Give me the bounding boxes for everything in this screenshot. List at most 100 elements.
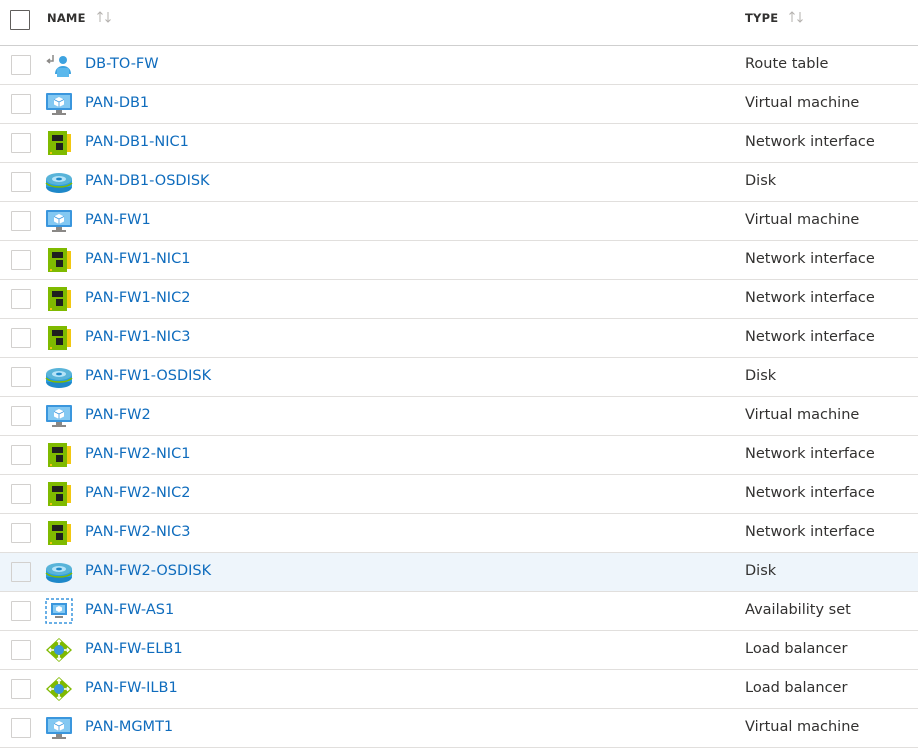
table-row[interactable]: PAN-FW2-NIC2 Network interface [0,475,918,514]
column-header-name[interactable]: NAME [47,11,114,25]
row-checkbox[interactable] [11,55,31,75]
table-row[interactable]: PAN-MGMT1 Virtual machine [0,709,918,748]
row-checkbox[interactable] [11,679,31,699]
row-checkbox[interactable] [11,250,31,270]
sort-arrows-icon[interactable] [788,11,806,23]
table-row[interactable]: PAN-FW2-NIC1 Network interface [0,436,918,475]
sort-arrows-icon[interactable] [96,11,114,23]
row-checkbox[interactable] [11,406,31,426]
network-interface-icon [45,286,73,312]
resource-type: Disk [745,368,777,384]
column-header-type-label: TYPE [745,11,779,25]
table-row[interactable]: PAN-FW1-NIC1 Network interface [0,241,918,280]
row-checkbox[interactable] [11,94,31,114]
resource-name-link[interactable]: PAN-FW1-NIC2 [85,290,190,306]
row-checkbox[interactable] [11,445,31,465]
table-header: NAME TYPE [0,0,918,46]
resource-name-link[interactable]: PAN-MGMT1 [85,719,173,735]
select-all-checkbox[interactable] [10,10,30,30]
resource-type: Network interface [745,329,875,345]
resource-type: Virtual machine [745,407,860,423]
resource-name-link[interactable]: PAN-FW1-OSDISK [85,368,211,384]
load-balancer-icon [45,676,73,702]
table-body: DB-TO-FW Route table PAN-DB1 Virtual mac… [0,46,918,748]
virtual-machine-icon [45,91,73,117]
network-interface-icon [45,325,73,351]
row-checkbox[interactable] [11,211,31,231]
resource-name-link[interactable]: PAN-DB1-NIC1 [85,134,189,150]
resource-type: Virtual machine [745,212,860,228]
table-row[interactable]: PAN-FW1 Virtual machine [0,202,918,241]
row-checkbox[interactable] [11,601,31,621]
resource-type: Disk [745,563,777,579]
resource-name-link[interactable]: PAN-FW-AS1 [85,602,174,618]
table-row[interactable]: PAN-DB1-NIC1 Network interface [0,124,918,163]
virtual-machine-icon [45,403,73,429]
column-header-type[interactable]: TYPE [745,11,806,25]
table-row[interactable]: PAN-FW1-NIC2 Network interface [0,280,918,319]
resource-name-link[interactable]: PAN-FW-ELB1 [85,641,183,657]
resource-name-link[interactable]: PAN-FW-ILB1 [85,680,178,696]
resource-type: Network interface [745,524,875,540]
resource-type: Load balancer [745,680,848,696]
column-header-name-label: NAME [47,11,86,25]
row-checkbox[interactable] [11,133,31,153]
resource-name-link[interactable]: PAN-FW2 [85,407,151,423]
virtual-machine-icon [45,715,73,741]
virtual-machine-icon [45,208,73,234]
table-row[interactable]: PAN-DB1-OSDISK Disk [0,163,918,202]
disk-icon [45,559,73,585]
resource-type: Virtual machine [745,719,860,735]
resource-name-link[interactable]: DB-TO-FW [85,56,159,72]
row-checkbox[interactable] [11,367,31,387]
resource-name-link[interactable]: PAN-FW2-NIC3 [85,524,190,540]
resource-name-link[interactable]: PAN-FW1-NIC3 [85,329,190,345]
row-checkbox[interactable] [11,718,31,738]
resource-type: Virtual machine [745,95,860,111]
row-checkbox[interactable] [11,523,31,543]
row-checkbox[interactable] [11,172,31,192]
table-row[interactable]: PAN-FW2 Virtual machine [0,397,918,436]
row-checkbox[interactable] [11,484,31,504]
resource-type: Network interface [745,485,875,501]
resource-type: Availability set [745,602,851,618]
table-row[interactable]: PAN-FW-ELB1 Load balancer [0,631,918,670]
resource-name-link[interactable]: PAN-FW2-OSDISK [85,563,211,579]
row-checkbox[interactable] [11,289,31,309]
table-row[interactable]: DB-TO-FW Route table [0,46,918,85]
resource-type: Load balancer [745,641,848,657]
table-row[interactable]: PAN-FW-ILB1 Load balancer [0,670,918,709]
resource-type: Network interface [745,251,875,267]
resource-name-link[interactable]: PAN-FW1-NIC1 [85,251,190,267]
resource-name-link[interactable]: PAN-DB1-OSDISK [85,173,210,189]
network-interface-icon [45,442,73,468]
load-balancer-icon [45,637,73,663]
network-interface-icon [45,520,73,546]
table-row[interactable]: PAN-FW1-OSDISK Disk [0,358,918,397]
table-row[interactable]: PAN-FW2-OSDISK Disk [0,553,918,592]
resource-name-link[interactable]: PAN-FW1 [85,212,151,228]
table-row[interactable]: PAN-FW-AS1 Availability set [0,592,918,631]
network-interface-icon [45,130,73,156]
disk-icon [45,364,73,390]
availability-set-icon [45,598,73,624]
resource-type: Disk [745,173,777,189]
table-row[interactable]: PAN-DB1 Virtual machine [0,85,918,124]
row-checkbox[interactable] [11,562,31,582]
table-row[interactable]: PAN-FW1-NIC3 Network interface [0,319,918,358]
resource-name-link[interactable]: PAN-DB1 [85,95,149,111]
route-table-icon [45,52,73,78]
resource-type: Network interface [745,446,875,462]
network-interface-icon [45,247,73,273]
resource-table: NAME TYPE DB-TO-FW Route table PAN-DB1 V… [0,0,918,748]
resource-name-link[interactable]: PAN-FW2-NIC1 [85,446,190,462]
resource-type: Network interface [745,290,875,306]
table-row[interactable]: PAN-FW2-NIC3 Network interface [0,514,918,553]
network-interface-icon [45,481,73,507]
resource-type: Route table [745,56,829,72]
disk-icon [45,169,73,195]
row-checkbox[interactable] [11,640,31,660]
resource-name-link[interactable]: PAN-FW2-NIC2 [85,485,190,501]
resource-type: Network interface [745,134,875,150]
row-checkbox[interactable] [11,328,31,348]
